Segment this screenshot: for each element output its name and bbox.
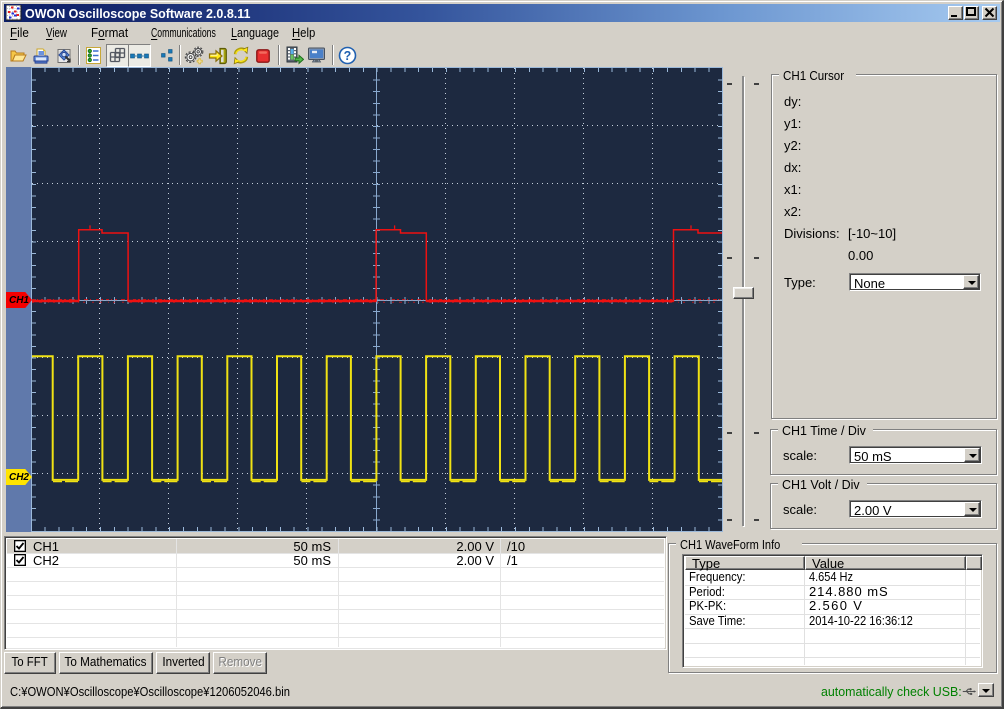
svg-text:?: ? [343,49,351,63]
